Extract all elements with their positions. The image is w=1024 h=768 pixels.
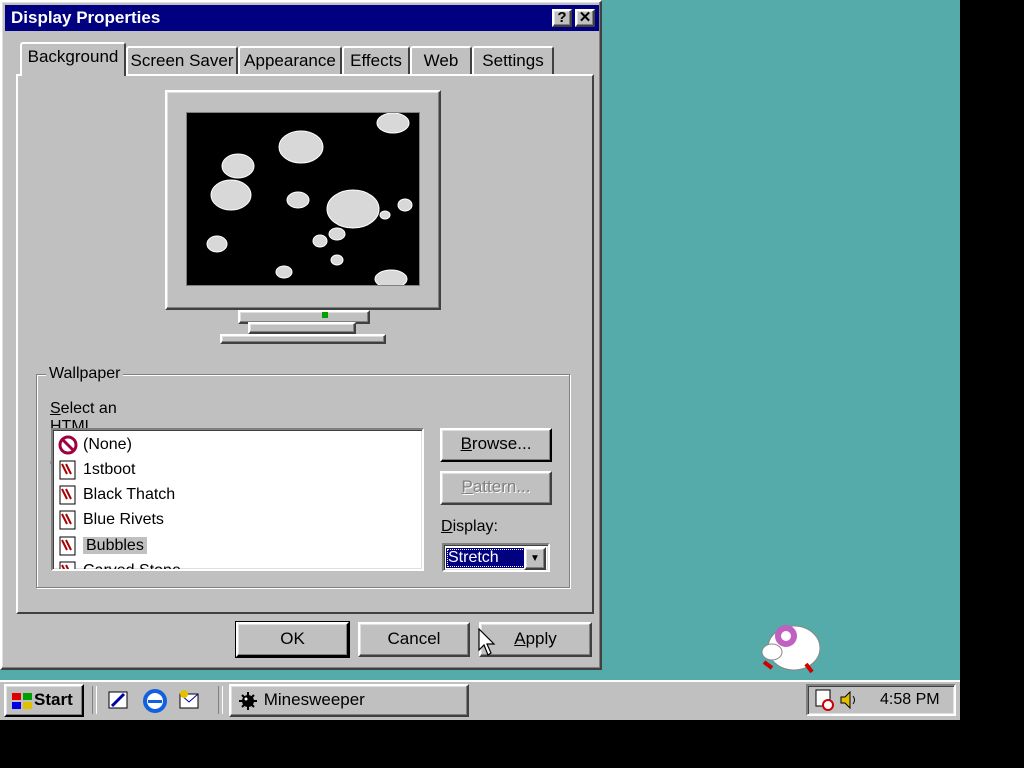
close-button[interactable]: ✕ <box>575 9 595 27</box>
image-file-icon <box>59 510 76 530</box>
taskbar-divider <box>92 686 97 714</box>
list-item[interactable]: Black Thatch <box>57 482 175 507</box>
minesweeper-icon <box>239 691 257 710</box>
outlook-express-icon[interactable] <box>176 688 202 712</box>
chevron-down-icon[interactable]: ▼ <box>524 547 546 570</box>
cancel-button[interactable]: Cancel <box>358 622 470 657</box>
tab-settings[interactable]: Settings <box>472 46 554 74</box>
show-desktop-icon[interactable] <box>106 688 132 712</box>
image-file-icon <box>59 536 76 556</box>
taskbar-item-minesweeper[interactable]: Minesweeper <box>229 684 469 717</box>
tab-screen-saver[interactable]: Screen Saver <box>126 46 238 74</box>
window-title: Display Properties <box>11 8 161 27</box>
internet-explorer-icon[interactable] <box>142 688 168 714</box>
windows-logo-icon <box>12 692 32 709</box>
tab-web[interactable]: Web <box>410 46 472 74</box>
display-select-value: Stretch <box>446 548 526 568</box>
preview-screen <box>186 112 420 286</box>
tab-effects[interactable]: Effects <box>342 46 410 74</box>
image-file-icon <box>59 460 76 480</box>
ok-button[interactable]: OK <box>235 621 350 658</box>
list-item[interactable]: 1stboot <box>57 457 135 482</box>
clock[interactable]: 4:58 PM <box>880 691 940 709</box>
none-icon <box>58 435 78 455</box>
image-file-icon <box>59 485 76 505</box>
tab-appearance[interactable]: Appearance <box>238 46 342 74</box>
wallpaper-group-label: Wallpaper <box>46 365 124 383</box>
taskbar-divider <box>218 686 223 714</box>
pattern-button[interactable]: Pattern... <box>440 471 552 505</box>
start-button[interactable]: Start <box>4 684 84 717</box>
browse-button[interactable]: Browse... <box>440 428 552 462</box>
image-file-icon <box>59 561 76 569</box>
monitor-stand-neck <box>248 322 356 334</box>
sheep-desktop-pet-icon <box>761 625 821 674</box>
bubbles-wallpaper-preview <box>206 113 413 285</box>
monitor-base <box>220 334 386 344</box>
wallpaper-list[interactable]: (None) 1stboot Black Thatch Blue Rivets … <box>51 428 424 571</box>
power-led-icon <box>322 312 328 318</box>
display-label: Display: <box>441 518 498 535</box>
display-select[interactable]: Stretch ▼ <box>442 543 550 572</box>
help-button[interactable]: ? <box>552 9 572 27</box>
title-bar[interactable]: Display Properties ? ✕ <box>5 5 599 31</box>
volume-speaker-icon[interactable] <box>838 689 860 711</box>
list-item[interactable]: Blue Rivets <box>57 507 164 532</box>
mouse-pointer-icon <box>478 628 496 656</box>
list-item-selected[interactable]: Bubbles <box>57 533 147 558</box>
system-tray: 4:58 PM <box>806 684 956 716</box>
scheduler-icon[interactable] <box>814 688 836 712</box>
list-item[interactable]: (None) <box>57 432 132 457</box>
list-item[interactable]: Carved Stone <box>57 558 181 569</box>
tab-background[interactable]: Background <box>20 42 126 76</box>
